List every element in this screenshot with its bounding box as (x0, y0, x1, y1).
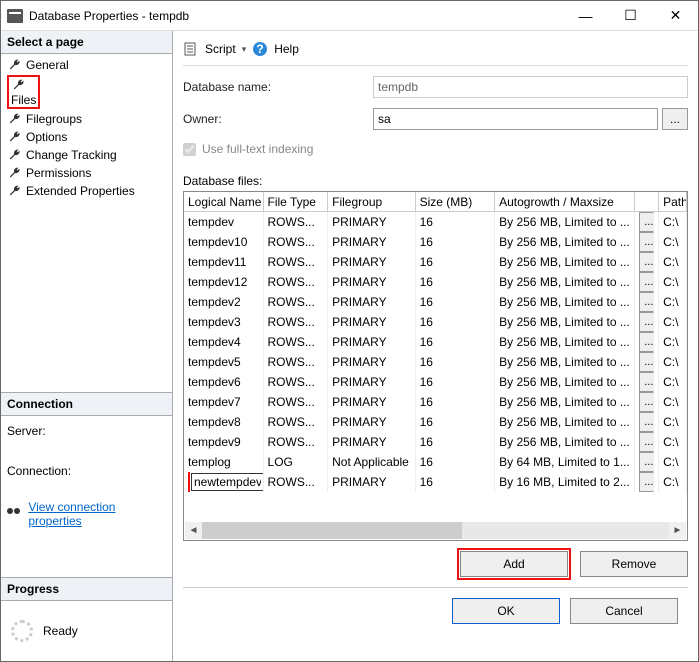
col-logical-name[interactable]: Logical Name (184, 192, 264, 211)
dbfiles-label: Database files: (183, 174, 688, 188)
logical-name-input[interactable] (191, 473, 264, 491)
dbname-input (373, 76, 688, 98)
people-icon (7, 508, 22, 520)
col-btn (635, 192, 659, 211)
progress-header: Progress (1, 577, 172, 601)
col-autogrowth[interactable]: Autogrowth / Maxsize (495, 192, 635, 211)
col-size[interactable]: Size (MB) (416, 192, 496, 211)
col-path[interactable]: Path (659, 192, 687, 211)
page-label: Filegroups (26, 112, 82, 126)
table-row[interactable]: tempdev2ROWS...PRIMARY16By 256 MB, Limit… (184, 292, 687, 312)
fulltext-checkbox (183, 143, 196, 156)
main-panel: Script ▾ ? Help Database name: Owner: ..… (173, 31, 698, 661)
page-item-files[interactable]: Files (1, 74, 172, 110)
page-item-filegroups[interactable]: Filegroups (1, 110, 172, 128)
svg-text:?: ? (257, 42, 264, 56)
wrench-icon (7, 111, 23, 127)
autogrowth-button[interactable]: ... (639, 272, 654, 292)
page-label: Change Tracking (26, 148, 117, 162)
add-button[interactable]: Add (460, 551, 568, 577)
owner-browse-button[interactable]: ... (662, 108, 688, 130)
page-item-permissions[interactable]: Permissions (1, 164, 172, 182)
pages-header: Select a page (1, 31, 172, 54)
window-title: Database Properties - tempdb (29, 9, 189, 23)
wrench-icon (7, 183, 23, 199)
table-row[interactable]: tempdev3ROWS...PRIMARY16By 256 MB, Limit… (184, 312, 687, 332)
page-item-extended-properties[interactable]: Extended Properties (1, 182, 172, 200)
owner-label: Owner: (183, 112, 373, 126)
autogrowth-button[interactable]: ... (639, 352, 654, 372)
table-row[interactable]: tempdev7ROWS...PRIMARY16By 256 MB, Limit… (184, 392, 687, 412)
autogrowth-button[interactable]: ... (639, 452, 654, 472)
table-row[interactable]: templogLOGNot Applicable16By 64 MB, Limi… (184, 452, 687, 472)
db-files-table: Logical Name File Type Filegroup Size (M… (183, 191, 688, 541)
table-row[interactable]: tempdev5ROWS...PRIMARY16By 256 MB, Limit… (184, 352, 687, 372)
table-header: Logical Name File Type Filegroup Size (M… (184, 192, 687, 212)
table-row[interactable]: tempdev8ROWS...PRIMARY16By 256 MB, Limit… (184, 412, 687, 432)
scroll-right-icon[interactable]: ► (669, 522, 686, 539)
table-row[interactable]: tempdev4ROWS...PRIMARY16By 256 MB, Limit… (184, 332, 687, 352)
minimize-button[interactable]: — (563, 1, 608, 31)
table-row[interactable]: tempdev10ROWS...PRIMARY16By 256 MB, Limi… (184, 232, 687, 252)
table-row[interactable]: tempdev11ROWS...PRIMARY16By 256 MB, Limi… (184, 252, 687, 272)
autogrowth-button[interactable]: ... (639, 392, 654, 412)
titlebar: Database Properties - tempdb — ☐ ✕ (1, 1, 698, 31)
col-filegroup[interactable]: Filegroup (328, 192, 415, 211)
wrench-icon (7, 147, 23, 163)
cancel-button[interactable]: Cancel (570, 598, 678, 624)
ok-button[interactable]: OK (452, 598, 560, 624)
script-button[interactable]: Script (205, 42, 236, 56)
maximize-button[interactable]: ☐ (608, 1, 653, 31)
progress-icon (11, 620, 33, 642)
table-row[interactable]: ROWS...PRIMARY16By 16 MB, Limited to 2..… (184, 472, 687, 492)
table-row[interactable]: tempdev12ROWS...PRIMARY16By 256 MB, Limi… (184, 272, 687, 292)
page-label: Files (11, 93, 36, 107)
autogrowth-button[interactable]: ... (639, 292, 654, 312)
autogrowth-button[interactable]: ... (639, 332, 654, 352)
wrench-icon (7, 57, 23, 73)
progress-status: Ready (43, 624, 78, 638)
autogrowth-button[interactable]: ... (639, 372, 654, 392)
view-connection-link[interactable]: View connection properties (28, 500, 166, 528)
table-row[interactable]: tempdevROWS...PRIMARY16By 256 MB, Limite… (184, 212, 687, 232)
autogrowth-button[interactable]: ... (639, 412, 654, 432)
page-item-change-tracking[interactable]: Change Tracking (1, 146, 172, 164)
sidebar: Select a page General Files Filegroups Opti… (1, 31, 173, 661)
page-label: Options (26, 130, 67, 144)
col-file-type[interactable]: File Type (264, 192, 329, 211)
toolbar: Script ▾ ? Help (183, 37, 688, 66)
scroll-thumb[interactable] (202, 522, 462, 539)
autogrowth-button[interactable]: ... (639, 232, 654, 252)
autogrowth-button[interactable]: ... (639, 312, 654, 332)
page-label: Extended Properties (26, 184, 135, 198)
script-dropdown[interactable]: ▾ (242, 44, 247, 55)
page-item-options[interactable]: Options (1, 128, 172, 146)
scroll-left-icon[interactable]: ◄ (185, 522, 202, 539)
dbname-label: Database name: (183, 80, 373, 94)
remove-button[interactable]: Remove (580, 551, 688, 577)
help-icon: ? (252, 41, 268, 57)
connection-label: Connection: (7, 464, 166, 478)
autogrowth-button[interactable]: ... (639, 252, 654, 272)
wrench-icon (11, 77, 27, 93)
page-item-general[interactable]: General (1, 56, 172, 74)
page-label: Permissions (26, 166, 91, 180)
db-icon (7, 9, 23, 23)
autogrowth-button[interactable]: ... (639, 212, 654, 232)
connection-header: Connection (1, 392, 172, 416)
h-scrollbar[interactable]: ◄ ► (185, 522, 686, 539)
page-label: General (26, 58, 69, 72)
table-row[interactable]: tempdev6ROWS...PRIMARY16By 256 MB, Limit… (184, 372, 687, 392)
wrench-icon (7, 165, 23, 181)
table-row[interactable]: tempdev9ROWS...PRIMARY16By 256 MB, Limit… (184, 432, 687, 452)
owner-input[interactable] (373, 108, 658, 130)
autogrowth-button[interactable]: ... (639, 472, 654, 492)
autogrowth-button[interactable]: ... (639, 432, 654, 452)
close-button[interactable]: ✕ (653, 1, 698, 31)
help-button[interactable]: Help (274, 42, 299, 56)
script-icon (183, 41, 199, 57)
wrench-icon (7, 129, 23, 145)
fulltext-label: Use full-text indexing (202, 142, 313, 156)
server-label: Server: (7, 424, 166, 438)
